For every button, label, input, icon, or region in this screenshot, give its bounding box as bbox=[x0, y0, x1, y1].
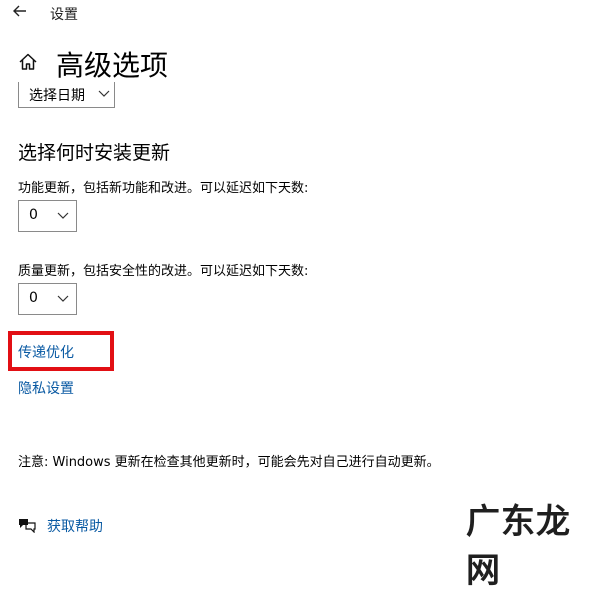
chat-help-icon[interactable] bbox=[17, 517, 37, 534]
pause-date-dropdown-label: 选择日期 bbox=[29, 88, 85, 104]
feature-update-defer-value: 0 bbox=[29, 207, 38, 223]
note-text: 注意: Windows 更新在检查其他更新时，可能会先对自己进行自动更新。 bbox=[18, 455, 440, 470]
quality-update-defer-dropdown[interactable]: 0 bbox=[18, 283, 77, 315]
feature-update-label: 功能更新，包括新功能和改进。可以延迟如下天数: bbox=[18, 181, 309, 196]
privacy-settings-link[interactable]: 隐私设置 bbox=[18, 378, 74, 398]
chevron-down-icon bbox=[98, 90, 110, 97]
quality-update-label: 质量更新，包括安全性的改进。可以延迟如下天数: bbox=[18, 264, 309, 279]
chevron-down-icon bbox=[57, 212, 69, 219]
arrow-left-icon bbox=[13, 5, 26, 17]
back-button[interactable] bbox=[10, 2, 30, 22]
window-title: 设置 bbox=[50, 7, 78, 23]
pause-date-dropdown[interactable]: 选择日期 bbox=[18, 82, 115, 108]
watermark-logo: 广东龙网 bbox=[466, 502, 571, 591]
get-help-link[interactable]: 获取帮助 bbox=[47, 516, 103, 536]
home-icon bbox=[18, 52, 38, 72]
page-title: 高级选项 bbox=[56, 49, 169, 82]
delivery-optimization-link[interactable]: 传递优化 bbox=[18, 342, 74, 362]
section-heading: 选择何时安装更新 bbox=[18, 142, 171, 164]
chevron-down-icon bbox=[57, 295, 69, 302]
quality-update-defer-value: 0 bbox=[29, 290, 38, 306]
feature-update-defer-dropdown[interactable]: 0 bbox=[18, 200, 77, 232]
